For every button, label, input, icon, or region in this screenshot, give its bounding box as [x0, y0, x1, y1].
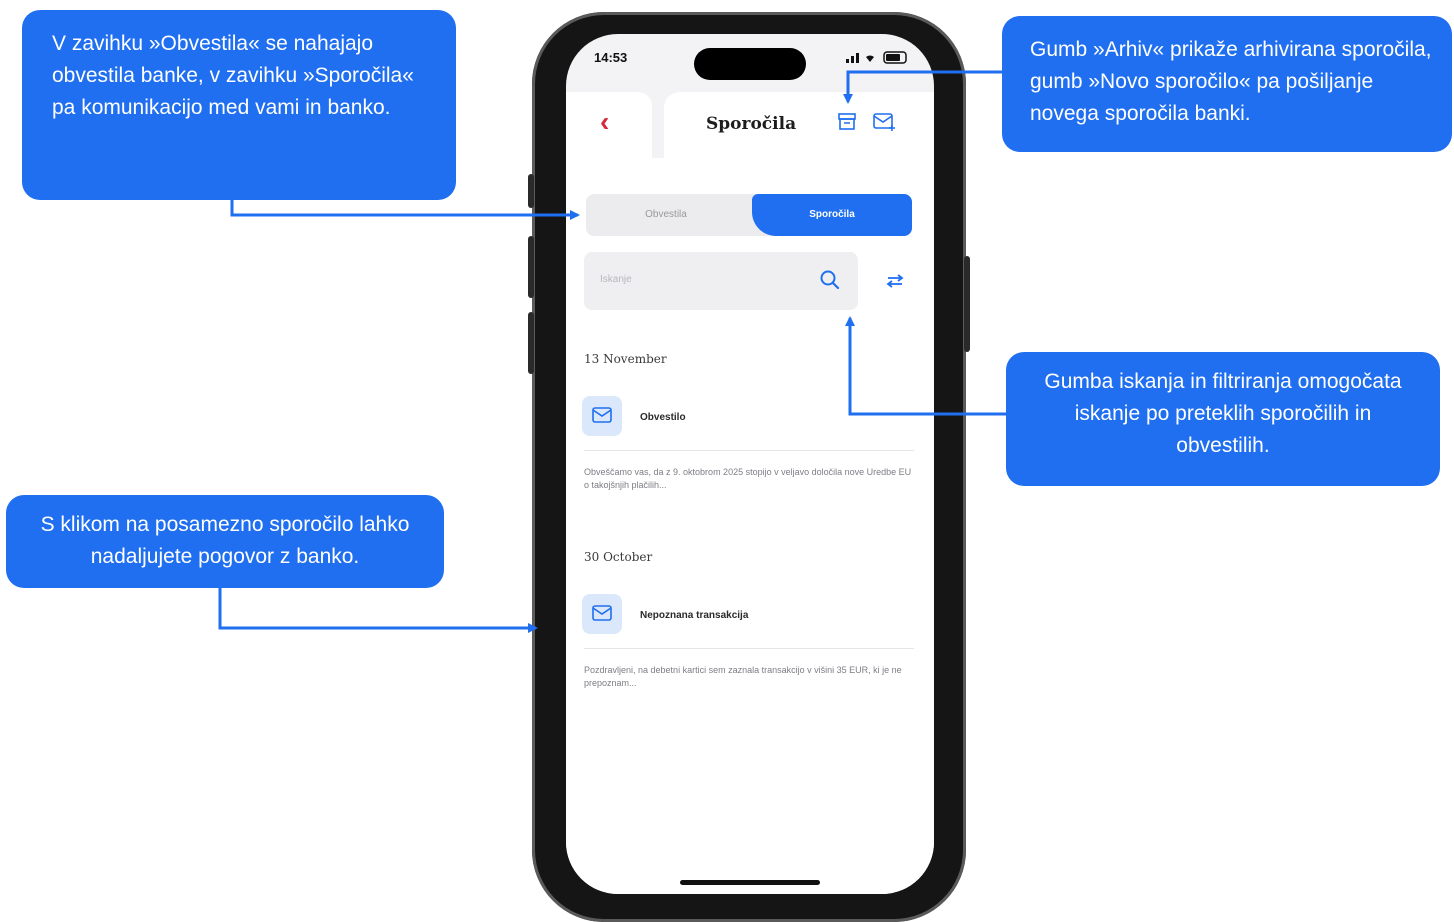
arrow-search [845, 316, 1006, 416]
arrow-message [218, 588, 538, 633]
connector-arrows [218, 70, 1006, 633]
arrow-tabs [230, 200, 580, 220]
arrow-archive [843, 70, 1002, 104]
